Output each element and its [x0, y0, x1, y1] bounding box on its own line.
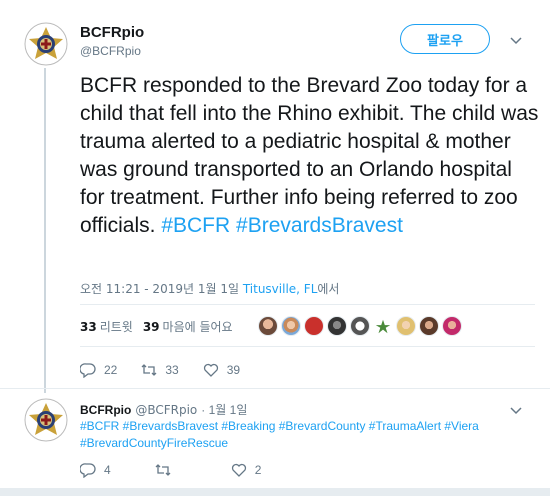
retweet-icon [141, 364, 157, 376]
reply-button[interactable]: 4 [80, 462, 111, 478]
liker-avatar[interactable] [373, 316, 393, 336]
likers-avatars [258, 316, 465, 336]
location-suffix: 에서 [317, 282, 340, 296]
hashtag-link[interactable]: #BCFR [161, 214, 230, 237]
chevron-down-icon[interactable] [508, 32, 524, 48]
like-button[interactable]: 39 [203, 362, 240, 378]
liker-avatar[interactable] [419, 316, 439, 336]
retweet-icon [155, 464, 171, 476]
follow-button[interactable]: 팔로우 [400, 24, 490, 54]
handle[interactable]: @BCFRpio [80, 44, 141, 58]
liker-avatar[interactable] [350, 316, 370, 336]
like-button[interactable]: 2 [231, 462, 262, 478]
display-name[interactable]: BCFRpio [80, 403, 131, 417]
divider [0, 388, 550, 389]
timestamp[interactable]: · 1월 1일 [201, 401, 247, 418]
liker-avatar[interactable] [281, 316, 301, 336]
reply-hashtags[interactable]: #BCFR #BrevardsBravest #Breaking #Brevar… [80, 418, 510, 452]
avatar[interactable] [24, 398, 68, 442]
display-name[interactable]: BCFRpio [80, 24, 144, 41]
bottom-divider [0, 488, 550, 496]
reply-icon [80, 463, 96, 478]
reply-icon [80, 363, 96, 378]
bcfr-badge-avatar [24, 22, 68, 66]
thread-connector-line [44, 68, 46, 393]
like-count: 2 [254, 463, 262, 477]
like-stat[interactable]: 39 마음에 들어요 [143, 318, 233, 335]
avatar[interactable] [24, 22, 68, 66]
liker-avatar[interactable] [258, 316, 278, 336]
divider [80, 304, 535, 305]
tweet-metadata: 오전 11:21 - 2019년 1월 1일 Titusville, FL에서 [80, 280, 339, 297]
chevron-down-icon[interactable] [508, 402, 524, 418]
reply-header: BCFRpio @BCFRpio · 1월 1일 [80, 401, 247, 418]
location-link[interactable]: Titusville, FL [243, 282, 318, 296]
divider [80, 346, 535, 347]
hashtag-link[interactable]: #BrevardsBravest [236, 214, 403, 237]
tweet-actions: 22 33 39 [80, 362, 264, 378]
engagement-stats: 33 리트윗 39 마음에 들어요 [80, 318, 243, 335]
reply-count: 22 [104, 363, 118, 377]
retweet-button[interactable]: 33 [141, 362, 179, 378]
liker-avatar[interactable] [396, 316, 416, 336]
reply-count: 4 [104, 463, 111, 477]
liker-avatar[interactable] [327, 316, 347, 336]
timestamp[interactable]: 오전 11:21 - 2019년 1월 1일 [80, 282, 239, 296]
liker-avatar[interactable] [442, 316, 462, 336]
heart-icon [231, 463, 246, 477]
retweet-stat[interactable]: 33 리트윗 [80, 318, 133, 335]
retweet-button[interactable] [155, 462, 179, 478]
retweet-count: 33 [165, 363, 179, 377]
handle[interactable]: @BCFRpio [135, 403, 197, 417]
reply-button[interactable]: 22 [80, 362, 117, 378]
tweet-body: BCFR responded to the Brevard Zoo today … [80, 74, 539, 237]
like-count: 39 [226, 363, 241, 377]
heart-icon [203, 363, 218, 377]
tweet-text: BCFR responded to the Brevard Zoo today … [80, 72, 540, 240]
tweet-actions: 4 2 [80, 462, 285, 478]
liker-avatar[interactable] [304, 316, 324, 336]
bcfr-badge-avatar [24, 398, 68, 442]
